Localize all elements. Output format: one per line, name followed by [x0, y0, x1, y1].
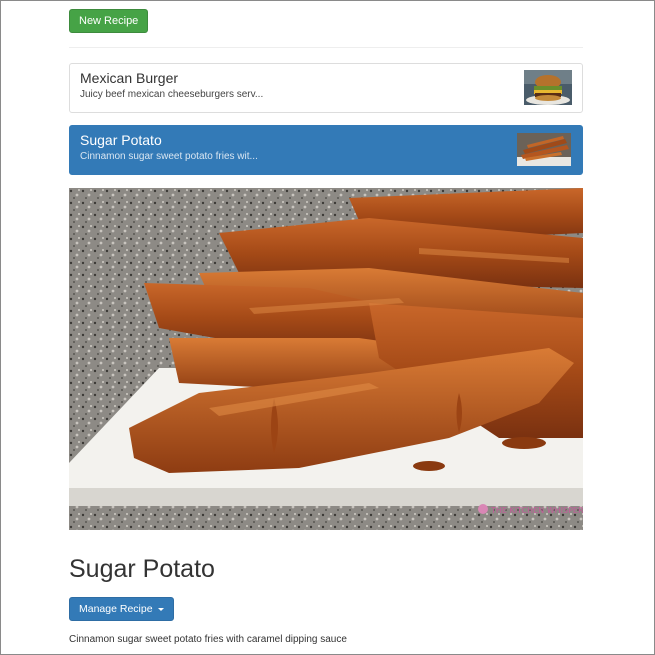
recipe-item-title: Mexican Burger	[80, 70, 179, 86]
divider	[69, 47, 583, 48]
recipe-item-snippet: Juicy beef mexican cheeseburgers serv...	[80, 89, 264, 100]
recipe-description: Cinnamon sugar sweet potato fries with c…	[69, 634, 347, 645]
recipe-list-item-mexican-burger[interactable]: Mexican Burger Juicy beef mexican cheese…	[69, 63, 583, 113]
recipe-item-title: Sugar Potato	[80, 132, 162, 148]
manage-recipe-dropdown-button[interactable]: Manage Recipe	[69, 597, 174, 621]
caret-down-icon	[157, 607, 164, 611]
recipe-item-snippet: Cinnamon sugar sweet potato fries wit...	[80, 151, 258, 162]
sweet-potato-fries-thumbnail	[517, 133, 571, 166]
recipe-list-item-sugar-potato[interactable]: Sugar Potato Cinnamon sugar sweet potato…	[69, 125, 583, 175]
burger-thumbnail	[524, 70, 572, 105]
recipe-title: Sugar Potato	[69, 555, 215, 583]
photo-watermark: THE KITCHEN WHISPERER	[490, 506, 583, 515]
manage-recipe-label: Manage Recipe	[79, 603, 153, 615]
sweet-potato-fries-photo: THE KITCHEN WHISPERER	[69, 188, 583, 530]
new-recipe-button[interactable]: New Recipe	[69, 9, 149, 33]
